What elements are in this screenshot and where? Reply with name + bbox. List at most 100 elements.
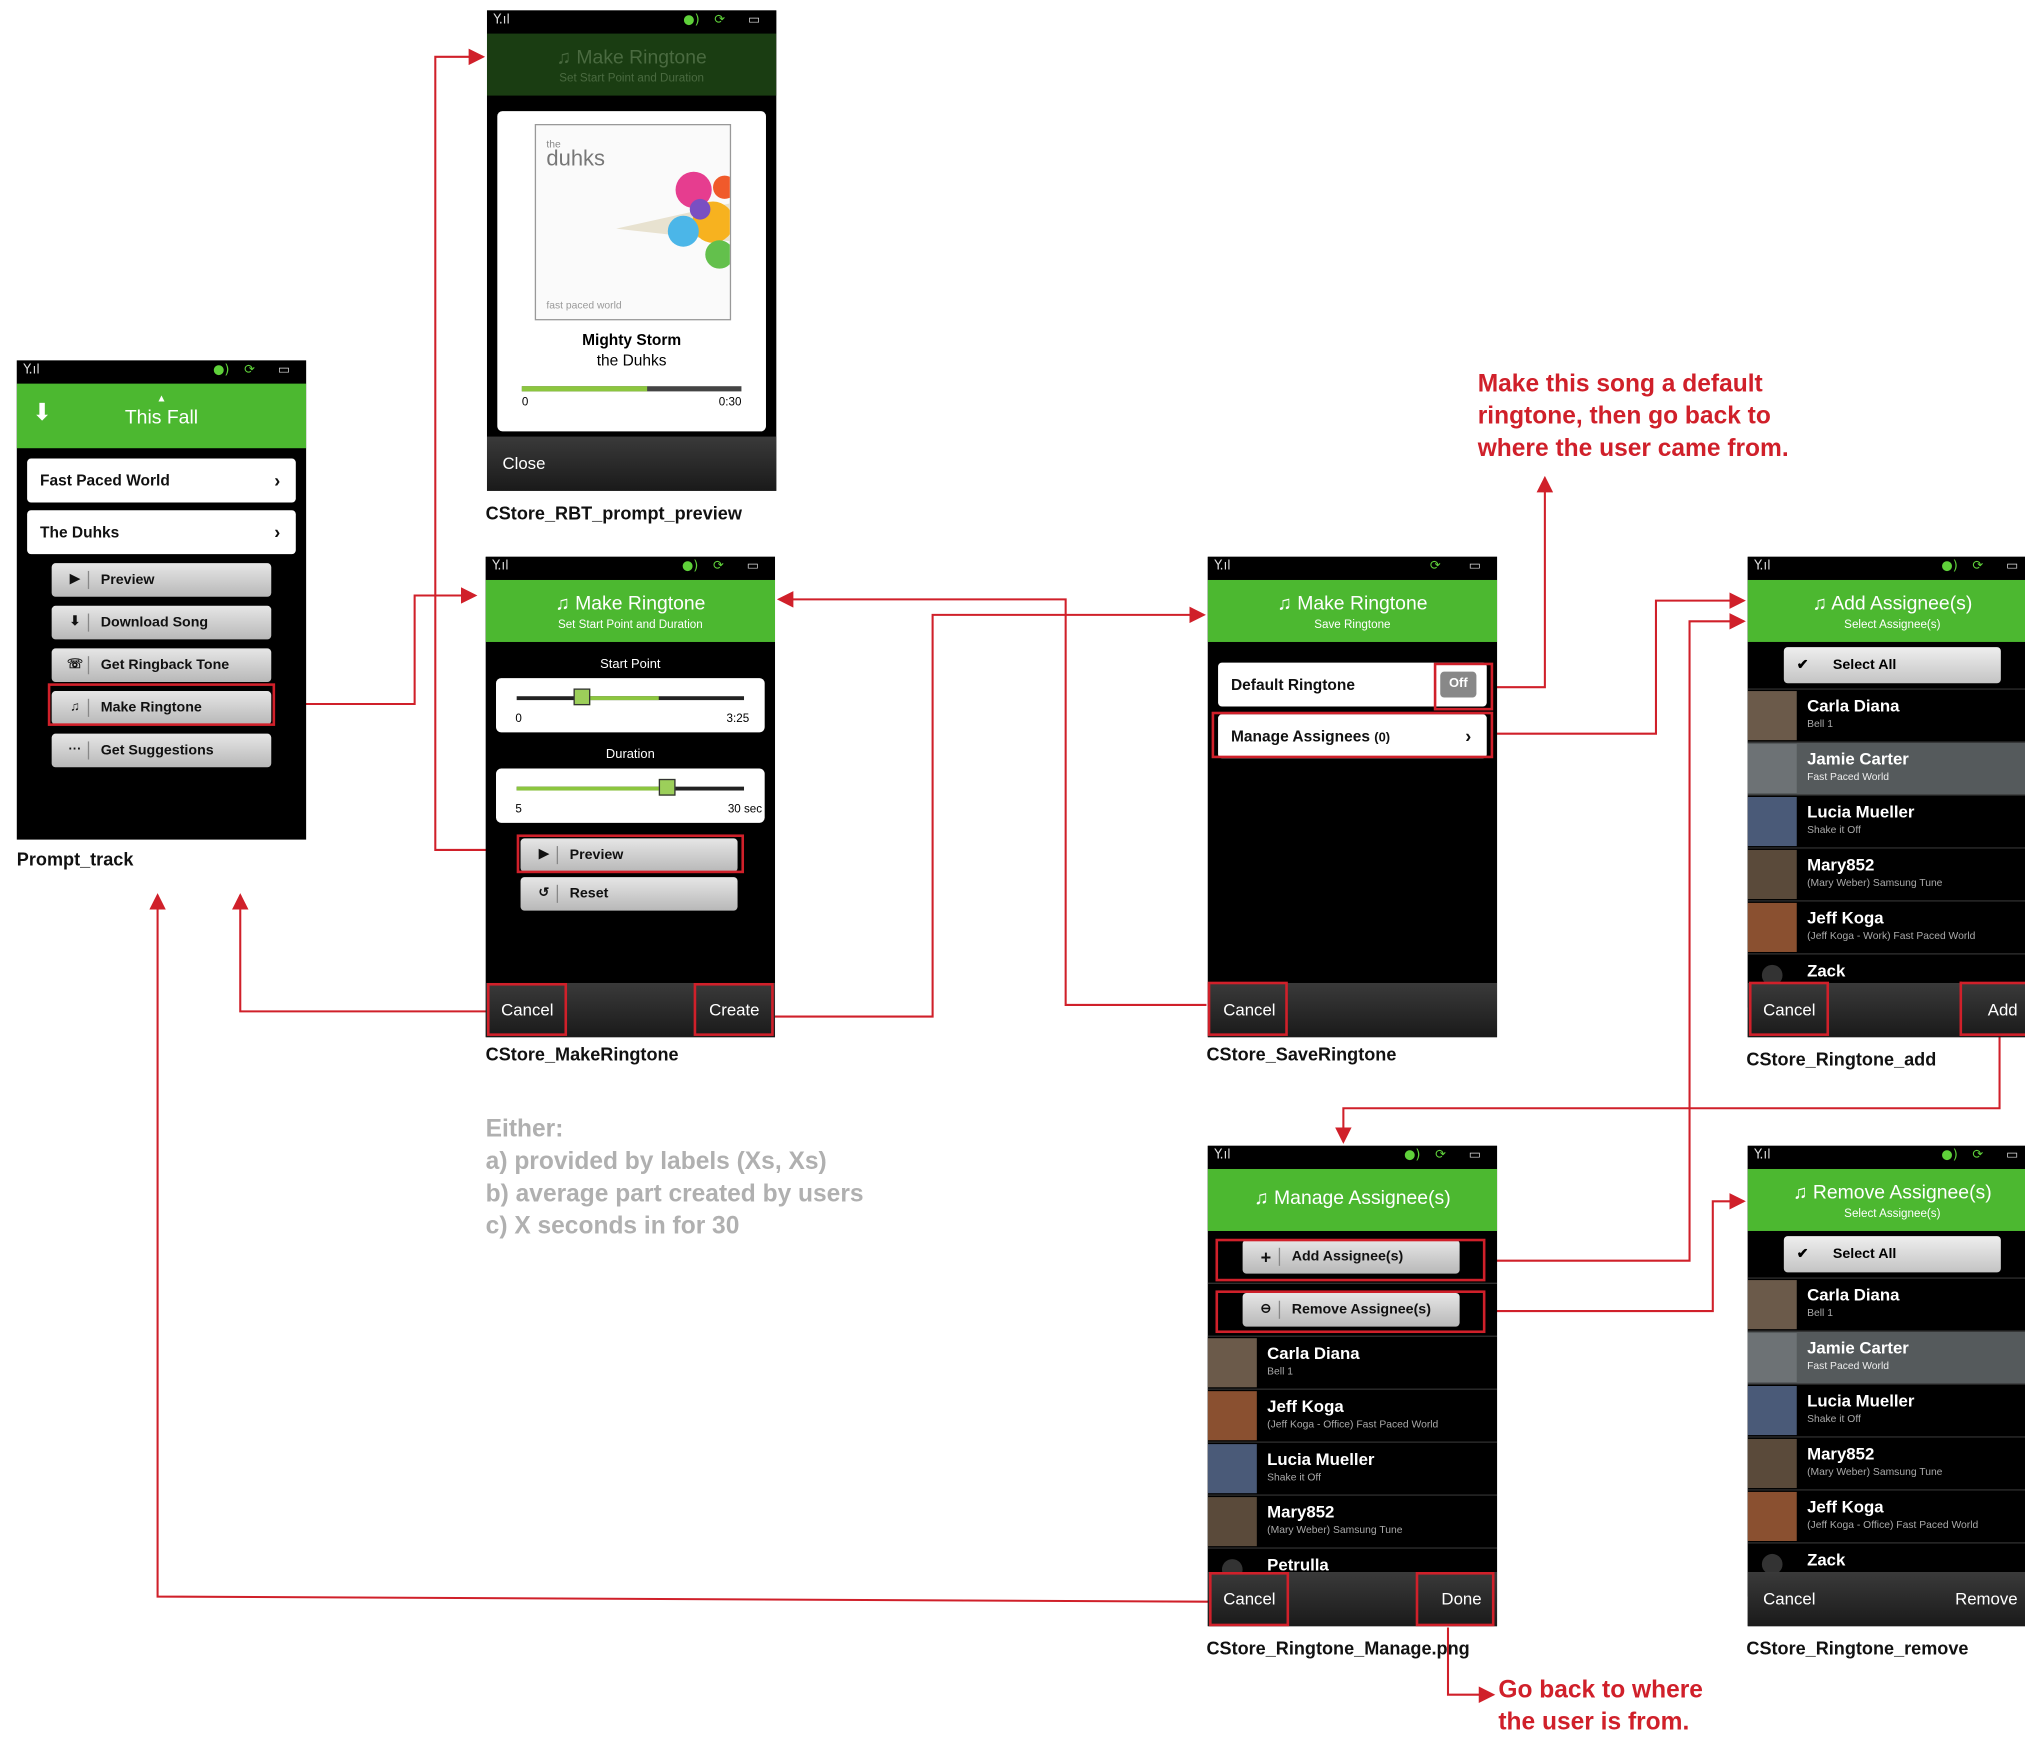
list-item[interactable]: Lucia Mueller Shake it Off — [1747, 1384, 2025, 1438]
signal-icon: Y.ıl — [1754, 1148, 1771, 1163]
list-item[interactable]: Carla Diana Bell 1 — [1207, 1336, 1498, 1390]
remove-assignee-screen: Y.ıl ●) ⟳ ▭ ♫ Remove Assignee(s) Select … — [1747, 1145, 2025, 1627]
play-icon: ▶ — [69, 572, 80, 587]
bluetooth-icon: ●) — [1404, 1148, 1421, 1163]
reset-icon: ↺ — [538, 886, 550, 901]
page-title: Manage Assignee(s) — [1274, 1187, 1451, 1210]
get-suggestions-button[interactable]: ··· Get Suggestions — [51, 733, 272, 768]
avatar — [1207, 1497, 1257, 1547]
highlight-done — [1415, 1571, 1495, 1627]
list-item[interactable]: Jamie Carter Fast Paced World — [1747, 1331, 2025, 1385]
list-item[interactable]: Mary852 (Mary Weber) Samsung Tune — [1747, 1437, 2025, 1491]
sync-icon: ⟳ — [1435, 1148, 1446, 1163]
header: ♫ Make Ringtone Set Start Point and Dura… — [485, 579, 776, 642]
duration-label: Duration — [605, 747, 655, 763]
sync-icon: ⟳ — [1429, 559, 1441, 574]
avatar — [1747, 744, 1797, 794]
person-detail: (Mary Weber) Samsung Tune — [1807, 1466, 1943, 1478]
sync-icon: ⟳ — [1972, 1148, 1984, 1163]
arrow-toggle-to-note — [1491, 475, 1554, 689]
note-line: Make this song a default — [1477, 370, 1763, 398]
status-bar: Y.ıl ⟳ ▭ — [1207, 556, 1498, 580]
signal-icon: Y.ıl — [1754, 559, 1771, 574]
list-item[interactable]: Jeff Koga (Jeff Koga - Work) Fast Paced W… — [1747, 901, 2025, 955]
signal-icon: Y.ıl — [23, 362, 40, 378]
arrow-cancel-to-prompt — [231, 893, 489, 1013]
status-bar: Y.ıl ●) ⟳ ▭ — [486, 10, 777, 34]
note-line: a) provided by labels (Xs, Xs) — [485, 1148, 827, 1176]
highlight-remove-assignees — [1215, 1290, 1486, 1334]
person-name: Lucia Mueller — [1807, 802, 1915, 822]
select-all-button[interactable]: ✔ Select All — [1783, 1236, 2001, 1273]
remove-button[interactable]: Remove — [1955, 1589, 2018, 1608]
person-detail: (Jeff Koga - Office) Fast Paced World — [1807, 1519, 1979, 1531]
album-art: the duhks fast paced world — [534, 124, 732, 321]
preview-button[interactable]: ▶ Preview — [51, 563, 272, 597]
list-item[interactable]: Carla Diana Bell 1 — [1747, 1278, 2025, 1332]
slider-handle[interactable] — [658, 778, 676, 796]
button-label: Select All — [1832, 657, 1897, 673]
person-detail: Shake it Off — [1807, 824, 1861, 836]
up-chevron-icon[interactable]: ▲ — [17, 384, 306, 405]
list-item[interactable]: Jeff Koga (Jeff Koga - Office) Fast Paced… — [1207, 1389, 1498, 1443]
prompt-track-screen: Y.ıl ●) ⟳ ▭ ⬇ ▲ This Fall Fast Paced Wor… — [16, 360, 307, 840]
person-name: Carla Diana — [1267, 1343, 1360, 1363]
list-item[interactable]: Lucia Mueller Shake it Off — [1747, 795, 2025, 849]
close-button[interactable]: Close — [502, 453, 545, 472]
arrow-save-cancel-to-make — [776, 591, 1207, 1006]
download-icon[interactable]: ⬇ — [32, 399, 51, 426]
person-name: Carla Diana — [1807, 1285, 1900, 1305]
select-all-button[interactable]: ✔ Select All — [1783, 647, 2001, 684]
bottom-bar: Cancel Remove — [1747, 1571, 2025, 1627]
page-title: This Fall — [124, 406, 199, 429]
reset-button[interactable]: ↺ Reset — [520, 877, 738, 911]
list-item[interactable]: Mary852 (Mary Weber) Samsung Tune — [1747, 848, 2025, 902]
list-item[interactable]: Mary852 (Mary Weber) Samsung Tune — [1207, 1495, 1498, 1549]
highlight-create — [693, 982, 774, 1036]
avatar — [1747, 1385, 1797, 1436]
note-line: ringtone, then go back to — [1477, 403, 1771, 431]
arrow-create-to-save — [772, 606, 1206, 1018]
highlight-add-ok — [1959, 981, 2025, 1036]
ringback-tone-button[interactable]: ☏ Get Ringback Tone — [51, 648, 272, 683]
avatar — [1207, 1444, 1257, 1494]
slider-handle[interactable] — [573, 688, 591, 706]
person-detail: (Mary Weber) Samsung Tune — [1807, 877, 1943, 889]
avatar — [1207, 1338, 1257, 1388]
battery-icon: ▭ — [1468, 559, 1481, 574]
ringtone-icon: ♫ — [556, 46, 577, 69]
ringtone-icon: ♫ — [555, 592, 576, 615]
player-card: the duhks fast paced world Mighty Storm … — [497, 111, 766, 432]
start-point-slider[interactable]: 0 3:25 — [496, 678, 765, 733]
download-song-button[interactable]: ⬇ Download Song — [51, 605, 272, 640]
page-title: Remove Assignee(s) — [1812, 1181, 1992, 1204]
signal-icon: Y.ıl — [1214, 559, 1231, 574]
highlight-manage — [1211, 711, 1494, 759]
ringtone-icon: ♫ — [1277, 592, 1298, 615]
note-line: the user is from. — [1498, 1708, 1690, 1737]
caption-manage: CStore_Ringtone_Manage.png — [1206, 1637, 1470, 1659]
cancel-button[interactable]: Cancel — [1763, 1589, 1815, 1608]
people-icon: ☏ — [66, 657, 83, 672]
signal-icon: Y.ıl — [493, 12, 510, 28]
button-label: Preview — [100, 572, 155, 588]
album-caption: fast paced world — [546, 299, 622, 312]
preview-screen: Y.ıl ●) ⟳ ▭ ♫ Make Ringtone Set Start Po… — [486, 10, 777, 491]
sync-icon: ⟳ — [244, 362, 255, 378]
list-item[interactable]: Jeff Koga (Jeff Koga - Office) Fast Paced… — [1747, 1490, 2025, 1544]
row-album[interactable]: Fast Paced World › — [27, 458, 296, 503]
button-label: Get Suggestions — [100, 742, 214, 759]
battery-icon: ▭ — [1468, 1148, 1481, 1163]
header: ♫ Manage Assignee(s) — [1207, 1168, 1498, 1231]
person-name: Jeff Koga — [1807, 908, 1884, 928]
chevron-right-icon: › — [274, 521, 281, 543]
duration-slider[interactable]: 5 30 sec — [496, 768, 765, 823]
list-item[interactable]: Carla Diana Bell 1 — [1747, 689, 2025, 743]
list-item[interactable]: Lucia Mueller Shake it Off — [1207, 1442, 1498, 1496]
row-artist[interactable]: The Duhks › — [27, 510, 296, 555]
person-name: Zack — [1807, 1550, 1846, 1570]
list-item[interactable]: Jamie Carter Fast Paced World — [1747, 742, 2025, 796]
person-detail: Shake it Off — [1807, 1413, 1861, 1425]
page-title: Make Ringtone — [576, 46, 707, 69]
progress-bar[interactable] — [521, 386, 742, 392]
